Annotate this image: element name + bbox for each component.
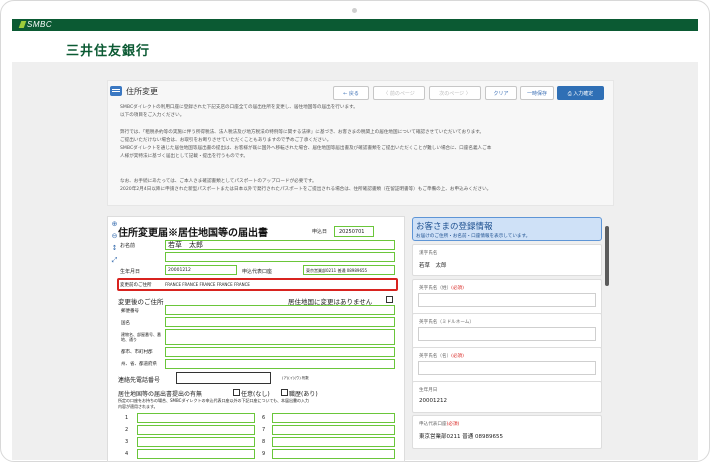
row-field[interactable] — [137, 437, 255, 447]
no-change-checkbox[interactable] — [386, 296, 393, 303]
birth-label: 生年月日 — [120, 269, 141, 275]
row-number: 1 — [125, 415, 129, 421]
card-value: 若草 太郎 — [419, 263, 447, 269]
card-label: 英字氏名（名）(必須) — [419, 354, 464, 359]
english-given-card: 英字氏名（名）(必須) — [412, 347, 602, 383]
english-given-input[interactable] — [418, 361, 596, 375]
card-label: 英字氏名（姓）(必須) — [419, 286, 464, 291]
row-number: 3 — [125, 439, 129, 445]
row-number: 4 — [125, 451, 129, 457]
option-yes-label: 職歴(あり) — [289, 391, 318, 398]
notice-line: 人様が実特法に基づく届出として記載・提出を行うものです。 — [120, 154, 249, 159]
row-field[interactable] — [272, 437, 395, 447]
card-label: 生年月日 — [419, 388, 438, 393]
registered-info-subtitle: お届けのご住所・お名前・口座情報を表示しています。 — [416, 234, 531, 239]
name-value: 若草 太郎 — [168, 241, 203, 249]
card-value: 20001212 — [419, 398, 447, 404]
apply-date-value: 20250701 — [339, 229, 365, 235]
city-field[interactable] — [165, 347, 395, 357]
notice-line: 以下の項目をご入力ください。 — [120, 113, 185, 118]
after-address-label: 変更後のご住所 — [118, 298, 164, 306]
row-number: 9 — [262, 451, 266, 457]
highlight-box — [117, 278, 398, 291]
english-surname-input[interactable] — [418, 293, 596, 307]
apply-date-label: 申込日 — [312, 229, 328, 235]
card-label: 英字氏名（ミドルネーム） — [419, 320, 474, 325]
row-field[interactable] — [272, 413, 395, 423]
state-field[interactable] — [165, 359, 395, 369]
registered-info-title: お客さまの登録情報 — [416, 222, 493, 232]
scrollbar[interactable] — [605, 226, 609, 286]
zoom-out-icon[interactable]: ⊖ — [111, 232, 118, 240]
account-card: 申込代表口座(必須) 東京営業部0211 普通 08989655 — [412, 415, 602, 449]
prev-page-button[interactable]: 〈 前のページ — [373, 86, 425, 100]
card-label: 申込代表口座(必須) — [419, 422, 460, 427]
smbc-logo: SMBC — [18, 19, 52, 31]
account-value: 東京営業部0211 普通 08989655 — [306, 268, 368, 273]
option-yes-checkbox[interactable] — [281, 389, 288, 396]
english-middle-input[interactable] — [418, 327, 596, 341]
street-field[interactable] — [165, 329, 395, 345]
row-field[interactable] — [137, 449, 255, 459]
panel-title: 住所変更 — [110, 86, 158, 97]
zoom-in-icon[interactable]: ⊕ — [111, 220, 118, 228]
tel-note: (ア)(イ)(ウ) 桁数 — [282, 376, 309, 380]
leaf-icon — [18, 21, 27, 28]
notice-line: 2020年2月4日以降に申請された新型パスポートまたは日本以外で発行されたパスポ… — [120, 187, 492, 192]
row-number: 7 — [262, 427, 266, 433]
tel-label: 連絡先電話番号 — [118, 377, 161, 384]
state-label: 州、省、都道府県 — [121, 362, 157, 367]
form-tools: ⊕ ⊖ ↕ ⤢ — [111, 220, 118, 268]
expand-icon[interactable]: ⤢ — [111, 256, 118, 264]
notice-line: SMBCダイレクトの利用口座に登録された下記支店の口座全ての届出住所を変更し、居… — [120, 105, 358, 110]
postal-field[interactable] — [165, 305, 395, 315]
camera-dot — [352, 8, 357, 13]
form-icon — [110, 86, 122, 96]
country-label: 国名 — [121, 321, 130, 326]
option-none-label: 任意(なし) — [241, 391, 270, 398]
notice-line: 弊行では、「租税条約等の実施に伴う所得税法、法人税法及び地方税法の特例等に関する… — [120, 130, 485, 135]
notice-line: SMBCダイレクトを通じた居住地国等届出書の提出は、お客様が既に国外へ移転された… — [120, 146, 492, 151]
back-button[interactable]: ← 戻る — [333, 86, 369, 100]
row-field[interactable] — [272, 449, 395, 459]
city-label: 都市、市町村郡 — [121, 350, 153, 355]
residence-title: 居住地国等の届出書提出の有無 — [118, 391, 203, 398]
residence-note-2: 内容が適用されます。 — [118, 404, 158, 409]
form-title: 住所変更届※居住地国等の届出書 — [118, 228, 268, 239]
kanji-name-card: 漢字氏名 若草 太郎 — [412, 244, 602, 276]
notice-line: なお、お手続にあたっては、ご本人さま確認書類としてパスポートのアップロードが必要… — [120, 179, 317, 184]
country-field[interactable] — [165, 317, 395, 327]
option-none-checkbox[interactable] — [233, 389, 240, 396]
row-number: 6 — [262, 415, 266, 421]
brand-bar — [12, 19, 698, 31]
row-number: 2 — [125, 427, 129, 433]
name-kana-field[interactable] — [165, 252, 395, 262]
name-label: お名前 — [120, 243, 136, 249]
english-surname-card: 英字氏名（姓）(必須) — [412, 279, 602, 315]
card-label: 漢字氏名 — [419, 251, 438, 256]
row-number: 8 — [262, 439, 266, 445]
tel-field[interactable] — [176, 372, 271, 384]
temp-save-button[interactable]: 一時保存 — [520, 86, 554, 100]
row-field[interactable] — [272, 425, 395, 435]
move-icon[interactable]: ↕ — [111, 244, 118, 252]
confirm-button[interactable]: ⎙ 入力確定 — [557, 86, 604, 100]
card-value: 東京営業部0211 普通 08989655 — [419, 434, 503, 440]
clear-button[interactable]: クリア — [485, 86, 517, 100]
row-field[interactable] — [137, 425, 255, 435]
birth-card: 生年月日 20001212 — [412, 381, 602, 413]
row-field[interactable] — [137, 413, 255, 423]
postal-label: 郵便番号 — [121, 309, 139, 314]
english-middle-card: 英字氏名（ミドルネーム） — [412, 313, 602, 349]
next-page-button[interactable]: 次のページ 〉 — [429, 86, 481, 100]
bank-name: 三井住友銀行 — [66, 44, 151, 59]
notice-line: ご提出いただけない場合は、お取引をお断りさせていただくこともありますので予めご了… — [120, 138, 332, 143]
street-label: 建物名、部屋番号、番地、通り — [121, 332, 161, 342]
birth-value: 20001212 — [168, 268, 191, 273]
account-label: 申込代表口座 — [242, 269, 273, 275]
